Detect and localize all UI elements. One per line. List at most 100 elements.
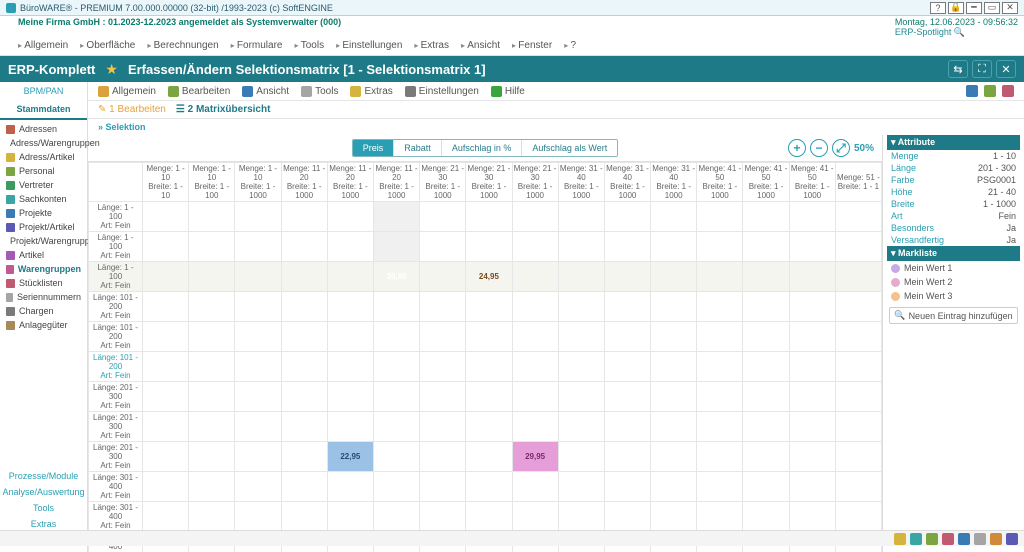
matrix-cell[interactable] xyxy=(558,262,604,292)
sidebar-item-st-cklisten[interactable]: Stücklisten xyxy=(0,276,87,290)
menu-extras[interactable]: Extras xyxy=(414,40,449,51)
col-header[interactable]: Menge: 31 - 40Breite: 1 - 1000 xyxy=(558,163,604,202)
matrix-cell[interactable] xyxy=(604,202,650,232)
toolbar-tools[interactable]: Tools xyxy=(301,86,338,97)
sb-icon[interactable] xyxy=(990,533,1002,545)
matrix-cell[interactable] xyxy=(743,232,789,262)
matrix-cell[interactable] xyxy=(327,472,373,502)
matrix-cell[interactable] xyxy=(466,502,512,532)
table-row[interactable]: Länge: 1 - 100Art: Fein20,9524,95 xyxy=(89,262,882,292)
mark-item[interactable]: Mein Wert 2 xyxy=(887,275,1020,289)
matrix-cell[interactable] xyxy=(558,202,604,232)
matrix-cell[interactable] xyxy=(373,502,419,532)
selection-matrix[interactable]: Menge: 1 - 10Breite: 1 - 10 Menge: 1 - 10… xyxy=(88,162,882,552)
toolbar-einstellungen[interactable]: Einstellungen xyxy=(405,86,479,97)
sb-icon[interactable] xyxy=(1006,533,1018,545)
matrix-cell[interactable] xyxy=(420,232,466,262)
matrix-cell[interactable] xyxy=(512,202,558,232)
matrix-cell[interactable] xyxy=(604,412,650,442)
matrix-cell[interactable] xyxy=(373,412,419,442)
row-header[interactable]: Länge: 101 - 200Art: Fein xyxy=(89,292,143,322)
zoom-fit-btn[interactable]: ⤢ xyxy=(832,139,850,157)
matrix-cell[interactable] xyxy=(789,202,835,232)
col-header[interactable]: Menge: 1 - 10Breite: 1 - 1000 xyxy=(235,163,281,202)
matrix-cell[interactable] xyxy=(651,502,697,532)
tab-2-matrix-bersicht[interactable]: ☰ 2 Matrixübersicht xyxy=(176,104,271,115)
matrix-cell[interactable] xyxy=(743,442,789,472)
matrix-cell[interactable] xyxy=(789,382,835,412)
matrix-cell[interactable] xyxy=(281,472,327,502)
matrix-cell[interactable] xyxy=(189,412,235,442)
minimize-btn[interactable]: ━ xyxy=(966,2,982,14)
attributes-header[interactable]: Attribute xyxy=(887,135,1020,150)
matrix-cell[interactable] xyxy=(143,442,189,472)
col-header[interactable]: Menge: 21 - 30Breite: 1 - 1000 xyxy=(512,163,558,202)
matrix-cell[interactable] xyxy=(420,442,466,472)
matrix-cell[interactable] xyxy=(189,352,235,382)
star-icon[interactable]: ★ xyxy=(105,61,118,78)
matrix-cell[interactable] xyxy=(604,382,650,412)
matrix-cell[interactable] xyxy=(697,442,743,472)
matrix-cell[interactable] xyxy=(235,442,281,472)
segment-preis[interactable]: Preis xyxy=(353,140,395,156)
col-header[interactable]: Menge: 51 -Breite: 1 - 1 xyxy=(835,163,881,202)
matrix-cell[interactable] xyxy=(466,472,512,502)
matrix-cell[interactable] xyxy=(235,262,281,292)
matrix-cell[interactable] xyxy=(281,502,327,532)
matrix-cell[interactable] xyxy=(420,472,466,502)
matrix-cell[interactable] xyxy=(235,472,281,502)
matrix-cell[interactable] xyxy=(373,232,419,262)
matrix-cell[interactable] xyxy=(604,292,650,322)
matrix-cell[interactable] xyxy=(835,232,881,262)
sidebar-item-personal[interactable]: Personal xyxy=(0,164,87,178)
toolbar-bearbeiten[interactable]: Bearbeiten xyxy=(168,86,230,97)
matrix-cell[interactable] xyxy=(466,412,512,442)
matrix-cell[interactable] xyxy=(743,352,789,382)
settings-icon[interactable] xyxy=(1002,85,1014,97)
matrix-cell[interactable] xyxy=(835,262,881,292)
matrix-cell[interactable] xyxy=(235,292,281,322)
matrix-cell[interactable] xyxy=(789,262,835,292)
row-header[interactable]: Länge: 201 - 300Art: Fein xyxy=(89,382,143,412)
matrix-cell[interactable] xyxy=(235,412,281,442)
matrix-cell[interactable] xyxy=(373,442,419,472)
matrix-cell[interactable] xyxy=(512,322,558,352)
menu-fenster[interactable]: Fenster xyxy=(512,40,552,51)
matrix-cell[interactable] xyxy=(466,322,512,352)
matrix-cell[interactable] xyxy=(558,292,604,322)
matrix-cell[interactable] xyxy=(466,382,512,412)
matrix-cell[interactable] xyxy=(558,382,604,412)
matrix-cell[interactable] xyxy=(651,412,697,442)
matrix-cell[interactable] xyxy=(835,412,881,442)
col-header[interactable]: Menge: 1 - 10Breite: 1 - 10 xyxy=(143,163,189,202)
sb-icon[interactable] xyxy=(942,533,954,545)
row-header[interactable]: Länge: 301 - 400Art: Fein xyxy=(89,472,143,502)
matrix-cell[interactable] xyxy=(558,502,604,532)
table-row[interactable]: Länge: 1 - 100Art: Fein xyxy=(89,232,882,262)
toolbar-ansicht[interactable]: Ansicht xyxy=(242,86,289,97)
matrix-cell[interactable] xyxy=(189,262,235,292)
matrix-cell[interactable] xyxy=(558,232,604,262)
matrix-cell[interactable] xyxy=(789,412,835,442)
sidebar-item-projekt-artikel[interactable]: Projekt/Artikel xyxy=(0,220,87,234)
matrix-cell[interactable] xyxy=(558,322,604,352)
matrix-cell[interactable] xyxy=(373,352,419,382)
matrix-cell[interactable] xyxy=(604,502,650,532)
matrix-cell[interactable] xyxy=(697,232,743,262)
tab-1-bearbeiten[interactable]: ✎ 1 Bearbeiten xyxy=(98,104,166,115)
matrix-cell[interactable] xyxy=(651,322,697,352)
table-row[interactable]: Länge: 201 - 300Art: Fein xyxy=(89,412,882,442)
breadcrumb[interactable]: Selektion xyxy=(88,119,1024,135)
matrix-cell[interactable] xyxy=(327,232,373,262)
matrix-cell[interactable] xyxy=(327,382,373,412)
matrix-cell[interactable] xyxy=(235,502,281,532)
matrix-cell[interactable] xyxy=(327,292,373,322)
matrix-cell[interactable] xyxy=(697,502,743,532)
matrix-cell[interactable]: 20,95 xyxy=(373,262,419,292)
segment-aufschlag-in--[interactable]: Aufschlag in % xyxy=(442,140,523,156)
col-header[interactable]: Menge: 21 - 30Breite: 1 - 1000 xyxy=(466,163,512,202)
segment-rabatt[interactable]: Rabatt xyxy=(394,140,442,156)
sidebar-link-tools[interactable]: Tools xyxy=(0,500,87,516)
sidebar-link-analyse-auswertung[interactable]: Analyse/Auswertung xyxy=(0,484,87,500)
row-header[interactable]: Länge: 1 - 100Art: Fein xyxy=(89,262,143,292)
